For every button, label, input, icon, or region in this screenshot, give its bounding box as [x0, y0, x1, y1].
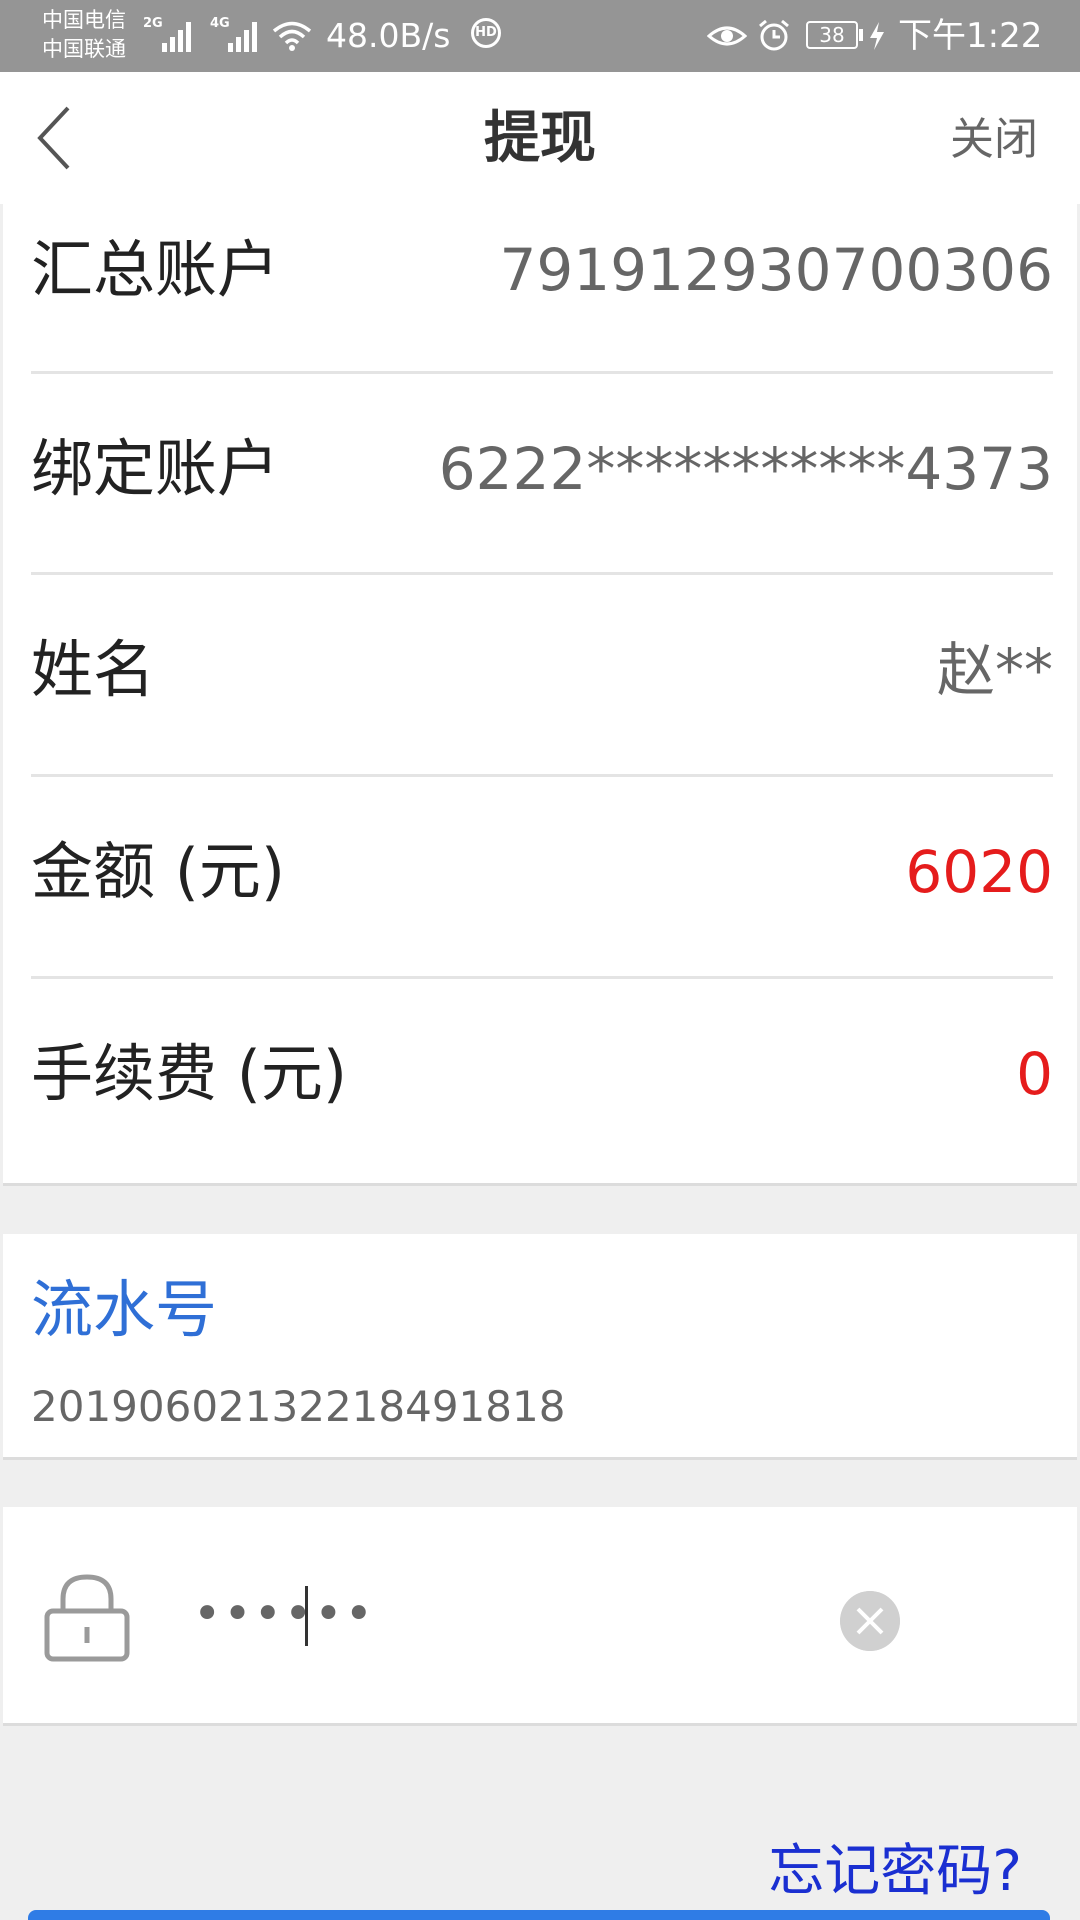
password-input[interactable] [193, 1569, 793, 1659]
divider [31, 371, 1053, 374]
divider [31, 774, 1053, 777]
lock-icon [44, 1574, 130, 1662]
charging-icon [870, 22, 884, 50]
serial-number-title: 流水号 [31, 1273, 218, 1346]
password-card [3, 1507, 1077, 1726]
battery-tip [859, 29, 863, 41]
carrier-2: 中国联通 [42, 37, 126, 61]
clock: 下午1:22 [898, 16, 1043, 56]
row-label: 汇总账户 [31, 233, 280, 306]
hd-icon: HD [471, 18, 501, 48]
alarm-icon [759, 19, 789, 51]
withdraw-info-card: 汇总账户 791912930700306 绑定账户 6222**********… [3, 204, 1077, 1186]
bound-account-row: 绑定账户 6222***********4373 [31, 405, 1053, 605]
text-cursor [305, 1586, 308, 1646]
divider [31, 572, 1053, 575]
submit-button[interactable] [28, 1910, 1050, 1920]
fee-row: 手续费 (元) 0 [31, 1010, 1053, 1210]
close-button[interactable]: 关闭 [950, 110, 1038, 170]
row-label: 手续费 (元) [31, 1037, 348, 1110]
serial-number-value: 20190602132218491818 [31, 1382, 566, 1431]
network-speed: 48.0B/s [326, 16, 451, 55]
status-bar: 中国电信 中国联通 2G 4G 48.0B/s HD 38 下午1:22 [0, 0, 1080, 72]
forgot-password-link[interactable]: 忘记密码? [768, 1836, 1022, 1908]
serial-number-card: 流水号 20190602132218491818 [3, 1234, 1077, 1460]
eye-icon [707, 26, 747, 46]
row-value: 赵** [936, 636, 1053, 704]
row-label: 姓名 [31, 633, 156, 706]
divider [31, 976, 1053, 979]
carrier-names: 中国电信 中国联通 [42, 6, 126, 64]
signal-icon [160, 18, 196, 52]
carrier-1: 中国电信 [42, 8, 126, 32]
fee-value: 0 [1016, 1040, 1053, 1108]
row-value: 6222***********4373 [438, 435, 1053, 503]
amount-value: 6020 [905, 838, 1053, 906]
summary-account-row: 汇总账户 791912930700306 [31, 204, 1053, 404]
row-value: 791912930700306 [499, 236, 1053, 304]
nav-bar: 提现 关闭 [0, 72, 1080, 204]
clear-icon[interactable] [840, 1591, 900, 1651]
row-label: 绑定账户 [31, 432, 280, 505]
page-title: 提现 [484, 106, 596, 171]
row-label: 金额 (元) [31, 835, 286, 908]
wifi-icon [272, 21, 312, 51]
signal-icon-2 [226, 18, 262, 52]
battery-icon: 38 [806, 21, 858, 49]
